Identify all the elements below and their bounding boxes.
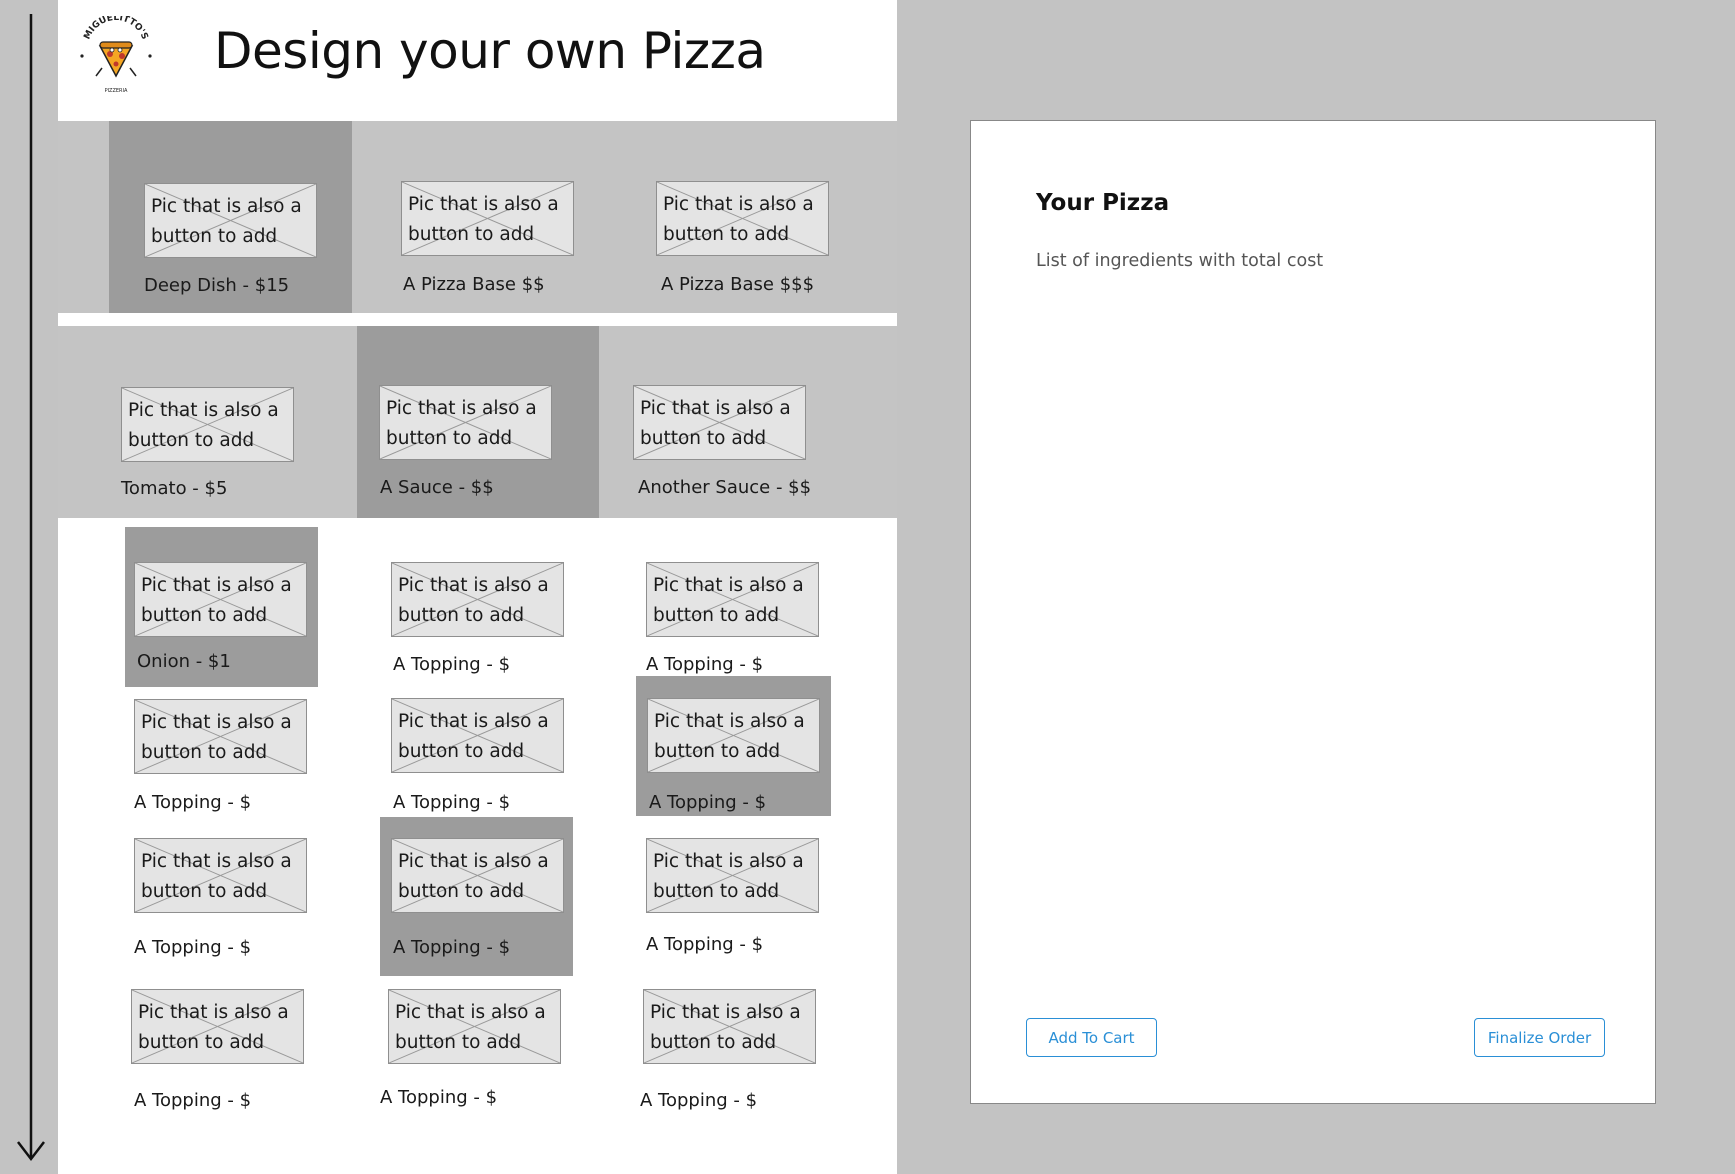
topping-option-label: A Topping - $ — [393, 937, 511, 958]
logo-bottom-text: PIZZERIA — [105, 88, 128, 94]
picture-button-text: Pic that is also a button to add — [408, 194, 559, 245]
picture-button-text: Pic that is also a button to add — [663, 194, 814, 245]
picture-button-text: Pic that is also a button to add — [640, 398, 791, 449]
topping-add-picture-button[interactable]: Pic that is also a button to add — [646, 838, 819, 913]
topping-add-picture-button[interactable]: Pic that is also a button to add — [134, 699, 307, 774]
sauce-add-picture-button[interactable]: Pic that is also a button to add — [633, 385, 806, 460]
picture-button-text: Pic that is also a button to add — [141, 712, 292, 763]
sauce-add-picture-button[interactable]: Pic that is also a button to add — [121, 387, 294, 462]
topping-option-label: A Topping - $ — [640, 1090, 758, 1111]
topping-option-label: A Topping - $ — [134, 937, 252, 958]
base-add-picture-button[interactable]: Pic that is also a button to add — [401, 181, 574, 256]
topping-add-picture-button[interactable]: Pic that is also a button to add — [391, 838, 564, 913]
topping-option-label: A Topping - $ — [393, 654, 511, 675]
topping-add-picture-button[interactable]: Pic that is also a button to add — [643, 989, 816, 1064]
topping-option-label: A Topping - $ — [393, 792, 511, 813]
scroll-down-arrow-icon — [17, 14, 45, 1162]
topping-option-label: A Topping - $ — [646, 654, 764, 675]
topping-option-label: Onion - $1 — [137, 651, 231, 672]
topping-add-picture-button[interactable]: Pic that is also a button to add — [134, 838, 307, 913]
topping-add-picture-button[interactable]: Pic that is also a button to add — [647, 698, 820, 773]
topping-option-label: A Topping - $ — [134, 792, 252, 813]
picture-button-text: Pic that is also a button to add — [386, 398, 537, 449]
topping-add-picture-button[interactable]: Pic that is also a button to add — [134, 562, 307, 637]
picture-button-text: Pic that is also a button to add — [650, 1002, 801, 1053]
picture-button-text: Pic that is also a button to add — [654, 711, 805, 762]
base-option-label: A Pizza Base $$ — [403, 274, 545, 295]
sauce-option-label: Another Sauce - $$ — [638, 477, 812, 498]
logo-top-text: MIGUELITTO'S — [83, 16, 150, 41]
sauce-option-label: A Sauce - $$ — [380, 477, 494, 498]
picture-button-text: Pic that is also a button to add — [653, 851, 804, 902]
add-to-cart-button[interactable]: Add To Cart — [1026, 1018, 1157, 1057]
sauce-add-picture-button[interactable]: Pic that is also a button to add — [379, 385, 552, 460]
cart-title: Your Pizza — [1036, 190, 1170, 216]
picture-button-text: Pic that is also a button to add — [398, 851, 549, 902]
picture-button-text: Pic that is also a button to add — [141, 851, 292, 902]
topping-option-label: A Topping - $ — [134, 1090, 252, 1111]
topping-add-picture-button[interactable]: Pic that is also a button to add — [388, 989, 561, 1064]
base-option-label: A Pizza Base $$$ — [661, 274, 815, 295]
finalize-order-button[interactable]: Finalize Order — [1474, 1018, 1605, 1057]
topping-add-picture-button[interactable]: Pic that is also a button to add — [391, 698, 564, 773]
cart-ingredient-list: List of ingredients with total cost — [1036, 251, 1324, 271]
topping-add-picture-button[interactable]: Pic that is also a button to add — [131, 989, 304, 1064]
picture-button-text: Pic that is also a button to add — [653, 575, 804, 626]
sauce-option-label: Tomato - $5 — [121, 478, 228, 499]
picture-button-text: Pic that is also a button to add — [128, 400, 279, 451]
picture-button-text: Pic that is also a button to add — [398, 711, 549, 762]
pizzeria-logo: MIGUELITTO'S PIZZERIA — [80, 16, 152, 94]
topping-option-label: A Topping - $ — [649, 792, 767, 813]
topping-option-label: A Topping - $ — [646, 934, 764, 955]
base-add-picture-button[interactable]: Pic that is also a button to add — [656, 181, 829, 256]
svg-text:MIGUELITTO'S: MIGUELITTO'S — [83, 16, 150, 41]
base-add-picture-button[interactable]: Pic that is also a button to add — [144, 183, 317, 258]
picture-button-text: Pic that is also a button to add — [395, 1002, 546, 1053]
page-title: Design your own Pizza — [214, 22, 766, 80]
topping-add-picture-button[interactable]: Pic that is also a button to add — [391, 562, 564, 637]
topping-option-label: A Topping - $ — [380, 1087, 498, 1108]
picture-button-text: Pic that is also a button to add — [138, 1002, 289, 1053]
base-option-label: Deep Dish - $15 — [144, 275, 290, 296]
picture-button-text: Pic that is also a button to add — [141, 575, 292, 626]
picture-button-text: Pic that is also a button to add — [398, 575, 549, 626]
topping-add-picture-button[interactable]: Pic that is also a button to add — [646, 562, 819, 637]
picture-button-text: Pic that is also a button to add — [151, 196, 302, 247]
